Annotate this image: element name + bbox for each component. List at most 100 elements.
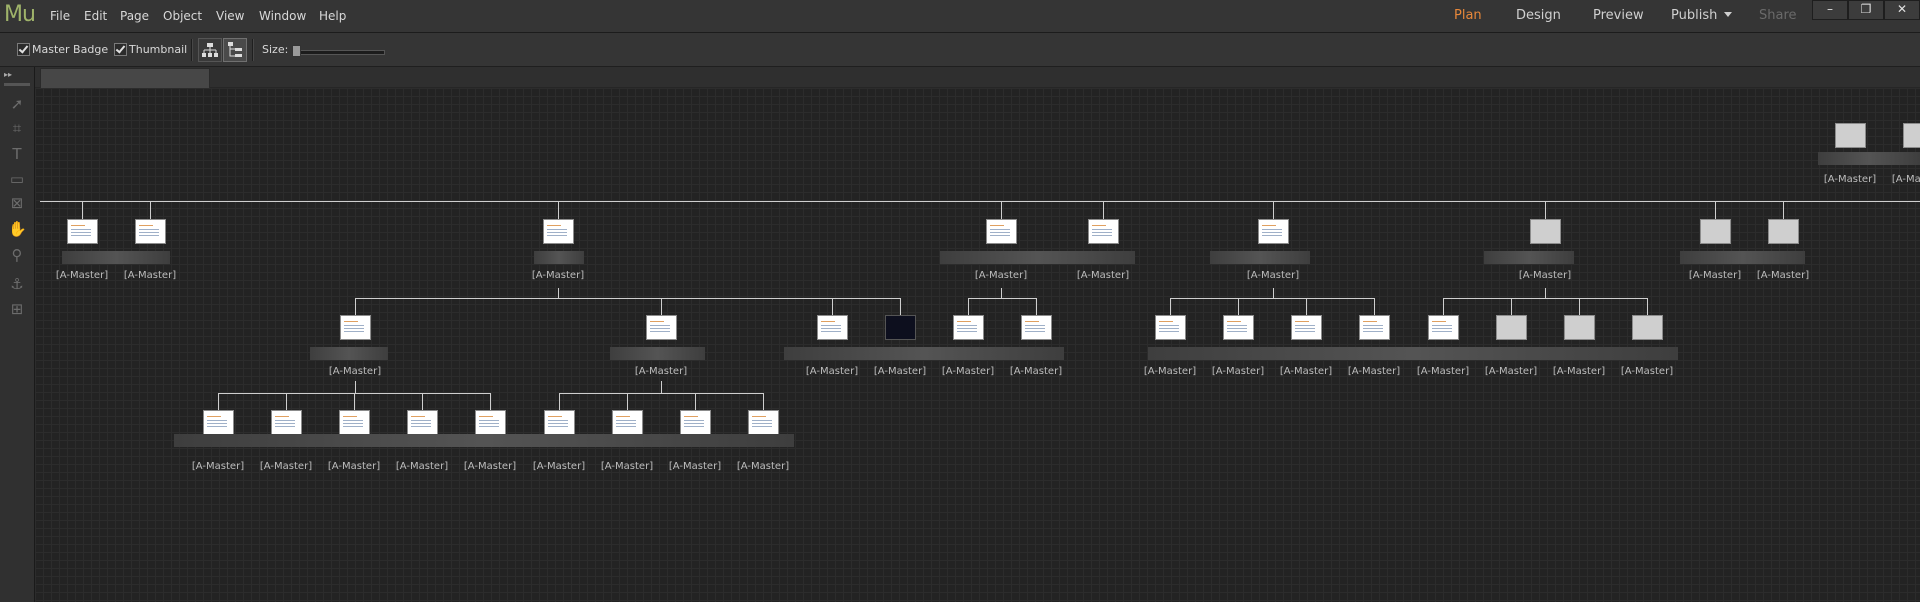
publish-button[interactable]: Publish <box>1671 8 1717 23</box>
page-thumbnail[interactable] <box>475 410 506 435</box>
minimize-button[interactable]: – <box>1812 0 1848 20</box>
page-thumbnail[interactable] <box>646 315 677 340</box>
master-badge: [A-Master] <box>1009 366 1063 377</box>
page-name-field[interactable] <box>310 347 388 360</box>
master-badge: [A-Master] <box>736 461 790 472</box>
page-thumbnail[interactable] <box>953 315 984 340</box>
page-thumbnail[interactable] <box>1155 315 1186 340</box>
page-name-field[interactable] <box>174 434 794 447</box>
page-thumbnail[interactable] <box>544 410 575 435</box>
text-icon[interactable]: T <box>8 145 26 163</box>
page-name-field[interactable] <box>940 251 1135 264</box>
page-name-field[interactable] <box>1148 347 1678 360</box>
menu-page[interactable]: Page <box>120 9 149 23</box>
page-thumbnail[interactable] <box>1291 315 1322 340</box>
thumbnail-content <box>1363 331 1383 332</box>
thumbnail-content <box>71 225 85 226</box>
page-thumbnail[interactable] <box>817 315 848 340</box>
page-thumbnail[interactable] <box>1835 123 1866 148</box>
page-thumbnail[interactable] <box>680 410 711 435</box>
menu-help[interactable]: Help <box>319 9 346 23</box>
page-thumbnail[interactable] <box>1564 315 1595 340</box>
page-thumbnail[interactable] <box>1088 219 1119 244</box>
connector-line <box>558 201 559 219</box>
preview-mode-tab[interactable]: Preview <box>1593 8 1644 23</box>
size-slider-track[interactable] <box>293 50 385 55</box>
page-thumbnail[interactable] <box>1530 219 1561 244</box>
thumbnail-content <box>1262 232 1282 233</box>
page-thumbnail[interactable] <box>271 410 302 435</box>
horizontal-layout-button[interactable] <box>198 38 222 62</box>
hand-icon[interactable]: ✋ <box>8 220 27 238</box>
page-name-field[interactable] <box>1484 251 1574 264</box>
page-thumbnail[interactable] <box>1768 219 1799 244</box>
master-badge: [A-Master] <box>1518 270 1572 281</box>
master-badge: [A-Master] <box>1891 174 1920 185</box>
rectangle-icon[interactable]: ▭ <box>8 170 26 188</box>
selection-icon[interactable]: ➚ <box>8 95 26 113</box>
page-tab-strip <box>35 67 1920 87</box>
thumbnail-content <box>684 423 704 424</box>
page-thumbnail[interactable] <box>1223 315 1254 340</box>
anchor-icon[interactable]: ⚓ <box>8 275 26 293</box>
page-thumbnail[interactable] <box>1496 315 1527 340</box>
page-name-field[interactable] <box>610 347 705 360</box>
master-badge: [A-Master] <box>668 461 722 472</box>
master-badge-checkbox[interactable] <box>17 43 30 56</box>
size-slider-thumb[interactable] <box>292 45 301 57</box>
connector-line <box>490 393 491 410</box>
design-mode-tab[interactable]: Design <box>1516 8 1561 23</box>
crop-icon[interactable]: ⌗ <box>8 119 26 137</box>
document-tab[interactable] <box>40 68 210 90</box>
publish-dropdown-icon[interactable] <box>1724 12 1732 17</box>
page-thumbnail[interactable] <box>543 219 574 244</box>
restore-button[interactable]: ❐ <box>1848 0 1884 20</box>
page-thumbnail[interactable] <box>407 410 438 435</box>
plan-mode-tab[interactable]: Plan <box>1454 8 1482 23</box>
page-thumbnail[interactable] <box>1359 315 1390 340</box>
menu-file[interactable]: File <box>50 9 70 23</box>
page-name-field[interactable] <box>1210 251 1310 264</box>
page-name-field[interactable] <box>1680 251 1805 264</box>
page-thumbnail[interactable] <box>339 410 370 435</box>
page-thumbnail[interactable] <box>885 315 916 340</box>
menu-object[interactable]: Object <box>163 9 202 23</box>
page-thumbnail[interactable] <box>1632 315 1663 340</box>
thumbnail-content <box>1159 321 1173 322</box>
image-frame-icon[interactable]: ⊠ <box>8 194 26 212</box>
thumbnail-content <box>547 225 561 226</box>
menu-view[interactable]: View <box>216 9 244 23</box>
page-thumbnail[interactable] <box>135 219 166 244</box>
page-thumbnail[interactable] <box>67 219 98 244</box>
page-name-field[interactable] <box>534 251 584 264</box>
page-thumbnail[interactable] <box>203 410 234 435</box>
thumbnail-checkbox[interactable] <box>114 43 127 56</box>
close-button[interactable]: ✕ <box>1884 0 1920 20</box>
page-name-field[interactable] <box>784 347 1064 360</box>
page-thumbnail[interactable] <box>1428 315 1459 340</box>
page-thumbnail[interactable] <box>1903 123 1920 148</box>
thumbnail-content <box>547 232 567 233</box>
connector-line <box>558 288 559 298</box>
page-name-field[interactable] <box>1818 152 1920 165</box>
zoom-icon[interactable]: ⚲ <box>8 246 26 264</box>
share-button[interactable]: Share <box>1759 8 1797 23</box>
page-thumbnail[interactable] <box>1258 219 1289 244</box>
page-thumbnail[interactable] <box>748 410 779 435</box>
page-thumbnail[interactable] <box>612 410 643 435</box>
page-name-field[interactable] <box>62 251 170 264</box>
page-thumbnail[interactable] <box>1021 315 1052 340</box>
menu-window[interactable]: Window <box>259 9 306 23</box>
connector-line <box>661 381 662 393</box>
collapse-panel-icon[interactable]: ▸▸ <box>4 70 12 79</box>
thumbnail-content <box>1227 321 1241 322</box>
page-thumbnail[interactable] <box>340 315 371 340</box>
page-thumbnail[interactable] <box>986 219 1017 244</box>
menu-edit[interactable]: Edit <box>84 9 107 23</box>
master-badge: [A-Master] <box>123 270 177 281</box>
connector-line <box>763 393 764 410</box>
layout-guide-icon[interactable]: ⊞ <box>8 300 26 318</box>
page-thumbnail[interactable] <box>1700 219 1731 244</box>
vertical-layout-button[interactable] <box>223 38 247 62</box>
sitemap-canvas[interactable]: [A-Master] [A-Master] [A-Master] [A-Master]… <box>35 88 1920 602</box>
